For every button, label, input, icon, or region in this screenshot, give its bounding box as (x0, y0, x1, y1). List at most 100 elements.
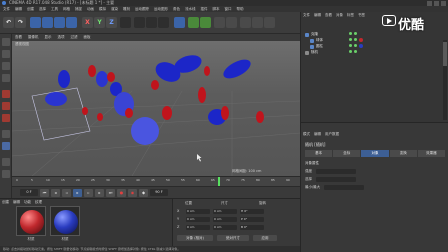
rotation-p-field[interactable]: P 0° (240, 216, 264, 222)
workplane-mode-icon[interactable] (2, 74, 10, 82)
light-icon[interactable] (264, 17, 275, 28)
attribute-menu-edit[interactable]: 编辑 (314, 132, 321, 137)
perspective-viewport[interactable]: 透视视图 网格间距: 100 cm (12, 41, 300, 176)
make-editable-icon[interactable] (2, 38, 10, 46)
scale-tool-icon[interactable] (54, 17, 65, 28)
viewport-menu-display[interactable]: 显示 (45, 34, 52, 41)
tab-object[interactable]: 对象 (361, 150, 389, 157)
tweak-mode-icon[interactable] (2, 142, 10, 150)
keyframe-selection-button[interactable]: ◆ (139, 188, 148, 197)
go-to-start-button[interactable]: ⏮ (40, 188, 49, 197)
minimize-button[interactable] (427, 0, 432, 6)
apply-button[interactable]: 应用 (253, 235, 277, 241)
object-visibility[interactable] (349, 38, 363, 42)
go-to-end-button[interactable]: ⏭ (106, 188, 115, 197)
material-swatch-red[interactable] (16, 206, 46, 236)
current-frame-field[interactable]: 0 F (20, 189, 38, 196)
tab-effector[interactable]: 效果器 (417, 150, 446, 157)
subdivision-surface-icon[interactable] (200, 17, 211, 28)
end-frame-field[interactable]: 90 F (150, 189, 168, 196)
viewport-menu-options[interactable]: 选项 (58, 34, 65, 41)
position-z-field[interactable]: 0 cm (186, 224, 210, 230)
attribute-menu-userdata[interactable]: 用户数据 (325, 132, 339, 137)
y-axis-button[interactable]: Y (94, 17, 105, 28)
viewport-menu-filter[interactable]: 过滤 (71, 34, 78, 41)
coordinate-system-icon[interactable] (120, 17, 131, 28)
live-select-icon[interactable] (30, 17, 41, 28)
record-button[interactable]: ● (117, 188, 126, 197)
play-button[interactable]: ▸ (73, 188, 82, 197)
blue-cylinders[interactable] (45, 52, 254, 145)
rotation-b-field[interactable]: B 0° (240, 224, 264, 230)
object-menu-view[interactable]: 查看 (325, 13, 332, 18)
tab-transform[interactable]: 变换 (389, 150, 417, 157)
position-y-field[interactable]: 0 cm (186, 216, 210, 222)
render-picture-viewer-icon[interactable] (146, 17, 157, 28)
strength-field[interactable] (316, 169, 356, 174)
points-mode-icon[interactable] (2, 90, 10, 98)
next-key-button[interactable]: ▸ (95, 188, 104, 197)
undo-button[interactable]: ↶ (3, 17, 14, 28)
edges-mode-icon[interactable] (2, 102, 10, 110)
object-manager-scroll-thumb[interactable] (443, 42, 447, 66)
object-menu-tags[interactable]: 标签 (347, 13, 354, 18)
cube-icon[interactable] (174, 17, 185, 28)
position-x-field[interactable]: 0 cm (186, 208, 210, 214)
render-view-icon[interactable] (134, 17, 145, 28)
object-row-cloner[interactable]: 克隆 (305, 32, 318, 37)
object-menu-file[interactable]: 文件 (303, 13, 310, 18)
object-row-cylinder[interactable]: 圆柱 (310, 44, 323, 49)
viewport-menu-cameras[interactable]: 摄像机 (28, 34, 39, 41)
redo-button[interactable]: ↷ (15, 17, 26, 28)
deformer-icon[interactable] (226, 17, 237, 28)
material-menu-create[interactable]: 创建 (2, 200, 9, 205)
timeline-ruler[interactable]: 0 5 10 15 20 25 30 35 40 45 50 55 60 65 … (12, 176, 300, 187)
material-swatch-blue[interactable] (50, 206, 80, 236)
object-menu-objects[interactable]: 对象 (336, 13, 343, 18)
maximize-button[interactable] (434, 0, 439, 6)
scene-floor-icon[interactable] (240, 17, 251, 28)
camera-icon[interactable] (252, 17, 263, 28)
object-menu-bookmarks[interactable]: 书签 (358, 13, 365, 18)
object-visibility[interactable] (349, 44, 363, 48)
attribute-menu-mode[interactable]: 模式 (303, 132, 310, 137)
previous-frame-button[interactable]: ◃ (62, 188, 71, 197)
cloner-icon[interactable] (214, 17, 225, 28)
object-menu-edit[interactable]: 编辑 (314, 13, 321, 18)
size-x-field[interactable]: 0 cm (213, 208, 237, 214)
polygons-mode-icon[interactable] (2, 114, 10, 122)
viewport-menu-view[interactable]: 查看 (15, 34, 22, 41)
tab-coord[interactable]: 坐标 (333, 150, 361, 157)
previous-key-button[interactable]: ◂ (51, 188, 60, 197)
viewport-menu-panel[interactable]: 面板 (84, 34, 91, 41)
object-row-sphere[interactable]: 球体 (310, 38, 323, 43)
object-visibility[interactable] (349, 32, 357, 36)
snap-icon[interactable] (2, 158, 10, 166)
close-button[interactable] (441, 0, 446, 6)
material-menu-edit[interactable]: 编辑 (13, 200, 20, 205)
texture-mode-icon[interactable] (2, 62, 10, 70)
rotation-h-field[interactable]: H 0° (240, 208, 264, 214)
size-z-field[interactable]: 0 cm (213, 224, 237, 230)
next-frame-button[interactable]: ▹ (84, 188, 93, 197)
move-tool-icon[interactable] (42, 17, 53, 28)
axis-mode-icon[interactable] (2, 130, 10, 138)
spline-pen-icon[interactable] (188, 17, 199, 28)
material-menu-function[interactable]: 功能 (24, 200, 31, 205)
x-axis-button[interactable]: X (82, 17, 93, 28)
model-mode-icon[interactable] (2, 50, 10, 58)
z-axis-button[interactable]: Z (106, 17, 117, 28)
material-menu-texture[interactable]: 纹理 (35, 200, 42, 205)
object-row-random[interactable]: 随机 (305, 50, 318, 55)
lock-workplane-icon[interactable] (2, 170, 10, 178)
autokey-button[interactable]: ◉ (128, 188, 137, 197)
size-mode-dropdown[interactable]: 绝对尺寸 (217, 235, 249, 241)
selection-field[interactable] (316, 177, 356, 182)
min-max-field[interactable] (324, 185, 365, 190)
size-y-field[interactable]: 0 cm (213, 216, 237, 222)
tab-basic[interactable]: 基本 (305, 150, 333, 157)
render-settings-icon[interactable] (158, 17, 169, 28)
rotate-tool-icon[interactable] (66, 17, 77, 28)
object-relative-dropdown[interactable]: 对象 (相对) (177, 235, 213, 241)
object-visibility[interactable] (349, 50, 357, 54)
